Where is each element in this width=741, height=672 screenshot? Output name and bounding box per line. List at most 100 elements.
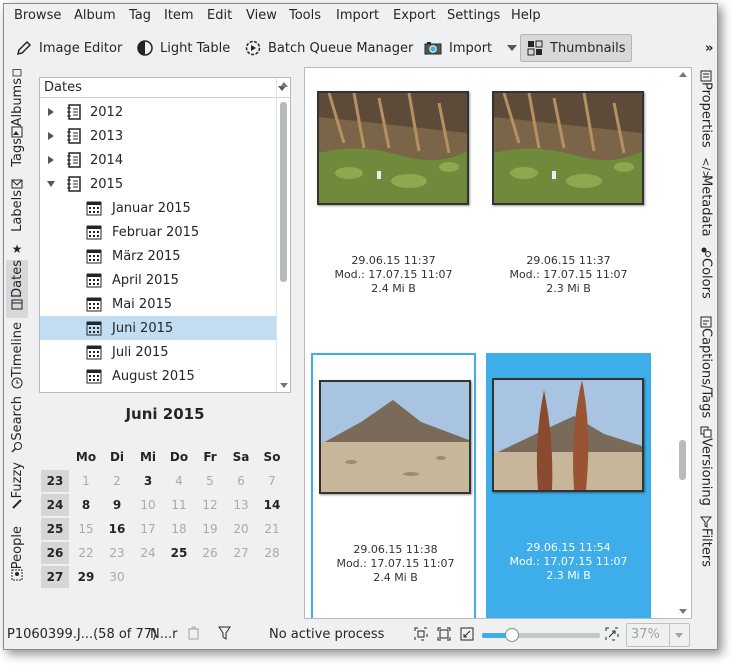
calendar-day[interactable]: 4 xyxy=(165,470,193,492)
menu-tag[interactable]: Tag xyxy=(129,8,151,23)
chevron-right-icon[interactable] xyxy=(46,131,56,141)
thumbnail-image[interactable] xyxy=(319,380,471,494)
calendar-day[interactable]: 5 xyxy=(196,470,224,492)
chevron-right-icon[interactable] xyxy=(46,155,56,165)
calendar-day[interactable]: 21 xyxy=(258,518,286,540)
menu-view[interactable]: View xyxy=(246,8,277,23)
tab-properties[interactable]: Properties xyxy=(696,70,716,158)
tab-labels[interactable]: Labels xyxy=(6,178,28,238)
calendar-day[interactable]: 30 xyxy=(103,566,131,588)
tab-colors[interactable]: Colors xyxy=(696,246,716,314)
zoom-to-fit-icon[interactable] xyxy=(414,627,428,645)
calendar-day[interactable]: 11 xyxy=(165,494,193,516)
menu-item[interactable]: Item xyxy=(164,8,194,23)
tree-month-item[interactable]: April 2015 xyxy=(40,268,276,292)
tab-metadata[interactable]: </> Metadata xyxy=(696,157,716,242)
tab-people[interactable]: People xyxy=(6,526,28,588)
tab-captions-tags[interactable]: Captions/Tags xyxy=(696,316,716,424)
tab-albums[interactable]: Albums xyxy=(6,68,28,126)
calendar-day[interactable]: 2 xyxy=(103,470,131,492)
calendar-day[interactable]: 22 xyxy=(72,542,100,564)
calendar-day[interactable]: 10 xyxy=(134,494,162,516)
zoom-out-icon[interactable] xyxy=(460,627,474,645)
filter-icon[interactable] xyxy=(218,626,231,644)
import-button[interactable]: Import xyxy=(418,34,523,62)
thumbnail-image[interactable] xyxy=(492,91,644,205)
menu-tools[interactable]: Tools xyxy=(289,8,321,23)
thumbnail-item[interactable]: 29.06.15 11:37 Mod.: 17.07.15 11:07 2.4 Mi… xyxy=(311,68,476,334)
calendar-day[interactable]: 16 xyxy=(103,518,131,540)
menu-album[interactable]: Album xyxy=(74,8,116,23)
trash-icon[interactable] xyxy=(187,626,200,644)
calendar-day[interactable]: 14 xyxy=(258,494,286,516)
calendar-day[interactable]: 3 xyxy=(134,470,162,492)
thumbnail-image[interactable] xyxy=(492,378,644,492)
light-table-button[interactable]: Light Table xyxy=(131,34,236,62)
tab-search[interactable]: Search xyxy=(6,396,28,458)
calendar-day[interactable]: 28 xyxy=(258,542,286,564)
tree-month-item[interactable]: Juli 2015 xyxy=(40,340,276,364)
dates-combo[interactable]: Dates xyxy=(40,78,290,98)
tab-fuzzy[interactable]: Fuzzy xyxy=(6,462,28,522)
tree-month-item[interactable]: März 2015 xyxy=(40,244,276,268)
tree-month-item[interactable]: August 2015 xyxy=(40,364,276,388)
thumbnail-item[interactable]: 29.06.15 11:38 Mod.: 17.07.15 11:07 2.4 Mi… xyxy=(311,353,476,618)
calendar-day[interactable]: 17 xyxy=(134,518,162,540)
calendar-day[interactable]: 24 xyxy=(134,542,162,564)
tab-filters[interactable]: Filters xyxy=(696,516,716,576)
menu-export[interactable]: Export xyxy=(393,8,436,23)
calendar-day[interactable]: 13 xyxy=(227,494,255,516)
tree-year-2013[interactable]: 2013 xyxy=(40,124,276,148)
calendar-day[interactable]: 15 xyxy=(72,518,100,540)
calendar-day[interactable]: 26 xyxy=(196,542,224,564)
tree-month-item[interactable]: Februar 2015 xyxy=(40,220,276,244)
calendar-day[interactable]: 1 xyxy=(72,470,100,492)
tree-year-2012[interactable]: 2012 xyxy=(40,100,276,124)
menu-help[interactable]: Help xyxy=(511,8,541,23)
tab-dates[interactable]: Dates xyxy=(6,260,28,318)
fit-window-icon[interactable] xyxy=(437,627,451,645)
thumbnail-image[interactable] xyxy=(317,91,469,205)
calendar-day[interactable]: 12 xyxy=(196,494,224,516)
calendar-day[interactable]: 19 xyxy=(196,518,224,540)
grid-scroll-thumb[interactable] xyxy=(679,440,686,480)
tree-month-item[interactable]: Mai 2015 xyxy=(40,292,276,316)
chevron-down-icon[interactable] xyxy=(507,45,518,51)
thumbnail-item[interactable]: 29.06.15 11:37 Mod.: 17.07.15 11:07 2.3 Mi… xyxy=(486,68,651,334)
batch-queue-button[interactable]: Batch Queue Manager xyxy=(239,34,419,62)
calendar-day[interactable]: 20 xyxy=(227,518,255,540)
tab-versioning[interactable]: Versioning xyxy=(696,426,716,512)
calendar-day[interactable]: 25 xyxy=(165,542,193,564)
toolbar-overflow-button[interactable]: » xyxy=(699,34,717,62)
chevron-right-icon[interactable] xyxy=(46,107,56,117)
chevron-down-icon[interactable] xyxy=(46,179,56,189)
tree-year-2014[interactable]: 2014 xyxy=(40,148,276,172)
calendar-day[interactable]: 23 xyxy=(103,542,131,564)
menu-import[interactable]: Import xyxy=(336,8,379,23)
tab-tags[interactable]: Tags xyxy=(6,126,28,176)
calendar-day[interactable]: 7 xyxy=(258,470,286,492)
menu-settings[interactable]: Settings xyxy=(447,8,500,23)
calendar-day[interactable]: 8 xyxy=(72,494,100,516)
menu-edit[interactable]: Edit xyxy=(207,8,232,23)
calendar-day[interactable]: 27 xyxy=(227,542,255,564)
zoom-slider-handle[interactable] xyxy=(505,628,519,642)
tree-month-item[interactable]: Juni 2015 xyxy=(40,316,276,340)
menu-browse[interactable]: Browse xyxy=(14,8,61,23)
calendar-day[interactable]: 6 xyxy=(227,470,255,492)
grid-scrollbar[interactable] xyxy=(676,68,690,618)
zoom-combo[interactable]: 37% xyxy=(626,623,690,647)
tree-scroll-thumb[interactable] xyxy=(280,102,287,282)
zoom-in-icon[interactable] xyxy=(605,627,619,645)
tree-year-2015[interactable]: 2015 xyxy=(40,172,276,196)
calendar-day[interactable]: 18 xyxy=(165,518,193,540)
tree-month-item[interactable]: Januar 2015 xyxy=(40,196,276,220)
thumbnails-button[interactable]: Thumbnails xyxy=(520,34,632,62)
zoom-slider[interactable] xyxy=(482,628,600,642)
image-editor-button[interactable]: Image Editor xyxy=(10,34,128,62)
thumbnail-item[interactable]: 29.06.15 11:54 Mod.: 17.07.15 11:07 2.3 Mi… xyxy=(486,353,651,618)
calendar-day[interactable]: 29 xyxy=(72,566,100,588)
tab-timeline[interactable]: Timeline xyxy=(6,322,28,392)
calendar-day[interactable]: 9 xyxy=(103,494,131,516)
tree-scrollbar[interactable] xyxy=(276,78,290,392)
